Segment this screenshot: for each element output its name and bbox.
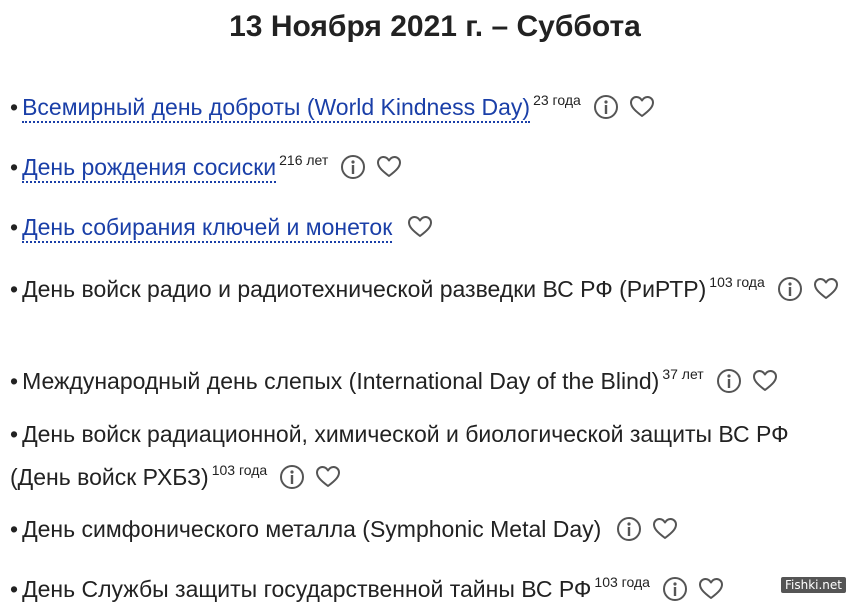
- holiday-age: 216 лет: [279, 152, 329, 168]
- holiday-link[interactable]: Всемирный день доброты (World Kindness D…: [22, 94, 531, 123]
- bullet: •: [10, 516, 19, 542]
- bullet: •: [10, 94, 19, 120]
- bullet: •: [10, 368, 19, 394]
- holiday-name: Международный день слепых (International…: [22, 368, 660, 394]
- info-icon[interactable]: [279, 464, 305, 490]
- info-icon[interactable]: [593, 94, 619, 120]
- info-icon[interactable]: [616, 516, 642, 542]
- info-icon[interactable]: [662, 576, 688, 602]
- holiday-name: День Службы защиты государственной тайны…: [22, 576, 592, 602]
- holiday-age: 103 года: [594, 574, 650, 590]
- heart-icon[interactable]: [407, 214, 433, 240]
- heart-icon[interactable]: [629, 94, 655, 120]
- bullet: •: [10, 576, 19, 602]
- holiday-age: 37 лет: [662, 366, 704, 382]
- holiday-name: День симфонического металла (Symphonic M…: [22, 516, 602, 542]
- bullet: •: [10, 154, 19, 180]
- heart-icon[interactable]: [376, 154, 402, 180]
- heart-icon[interactable]: [752, 368, 778, 394]
- bullet: •: [10, 214, 19, 240]
- list-item: • День рождения сосиски 216 лет: [10, 140, 846, 187]
- bullet: •: [10, 276, 19, 302]
- list-item: • День собирания ключей и монеток: [10, 200, 846, 247]
- list-item: • День симфонического металла (Symphonic …: [10, 502, 846, 549]
- heart-icon[interactable]: [698, 576, 724, 602]
- holiday-age: 103 года: [211, 462, 268, 478]
- list-item: • Международный день слепых (Internationa…: [10, 354, 846, 401]
- holiday-name: День войск радиационной, химической и би…: [10, 421, 789, 490]
- bullet: •: [10, 421, 19, 447]
- info-icon[interactable]: [777, 276, 803, 302]
- heart-icon[interactable]: [652, 516, 678, 542]
- list-item: • День Службы защиты государственной тайн…: [10, 562, 846, 609]
- heart-icon[interactable]: [315, 464, 341, 490]
- page-title: 13 Ноября 2021 г. – Суббота: [229, 10, 641, 43]
- holiday-link[interactable]: День собирания ключей и монеток: [22, 214, 393, 243]
- holiday-name: День войск радио и радиотехнической разв…: [22, 276, 707, 302]
- heart-icon[interactable]: [813, 276, 839, 302]
- list-item: • День войск радиационной, химической и б…: [10, 416, 846, 495]
- holiday-age: 23 года: [533, 92, 581, 108]
- holiday-age: 103 года: [709, 274, 765, 290]
- holiday-link[interactable]: День рождения сосиски: [22, 154, 277, 183]
- watermark: Fishki.net: [780, 577, 846, 593]
- info-icon[interactable]: [716, 368, 742, 394]
- list-item: • Всемирный день доброты (World Kindness …: [10, 80, 846, 127]
- list-item: • День войск радио и радиотехнической раз…: [10, 264, 846, 307]
- info-icon[interactable]: [340, 154, 366, 180]
